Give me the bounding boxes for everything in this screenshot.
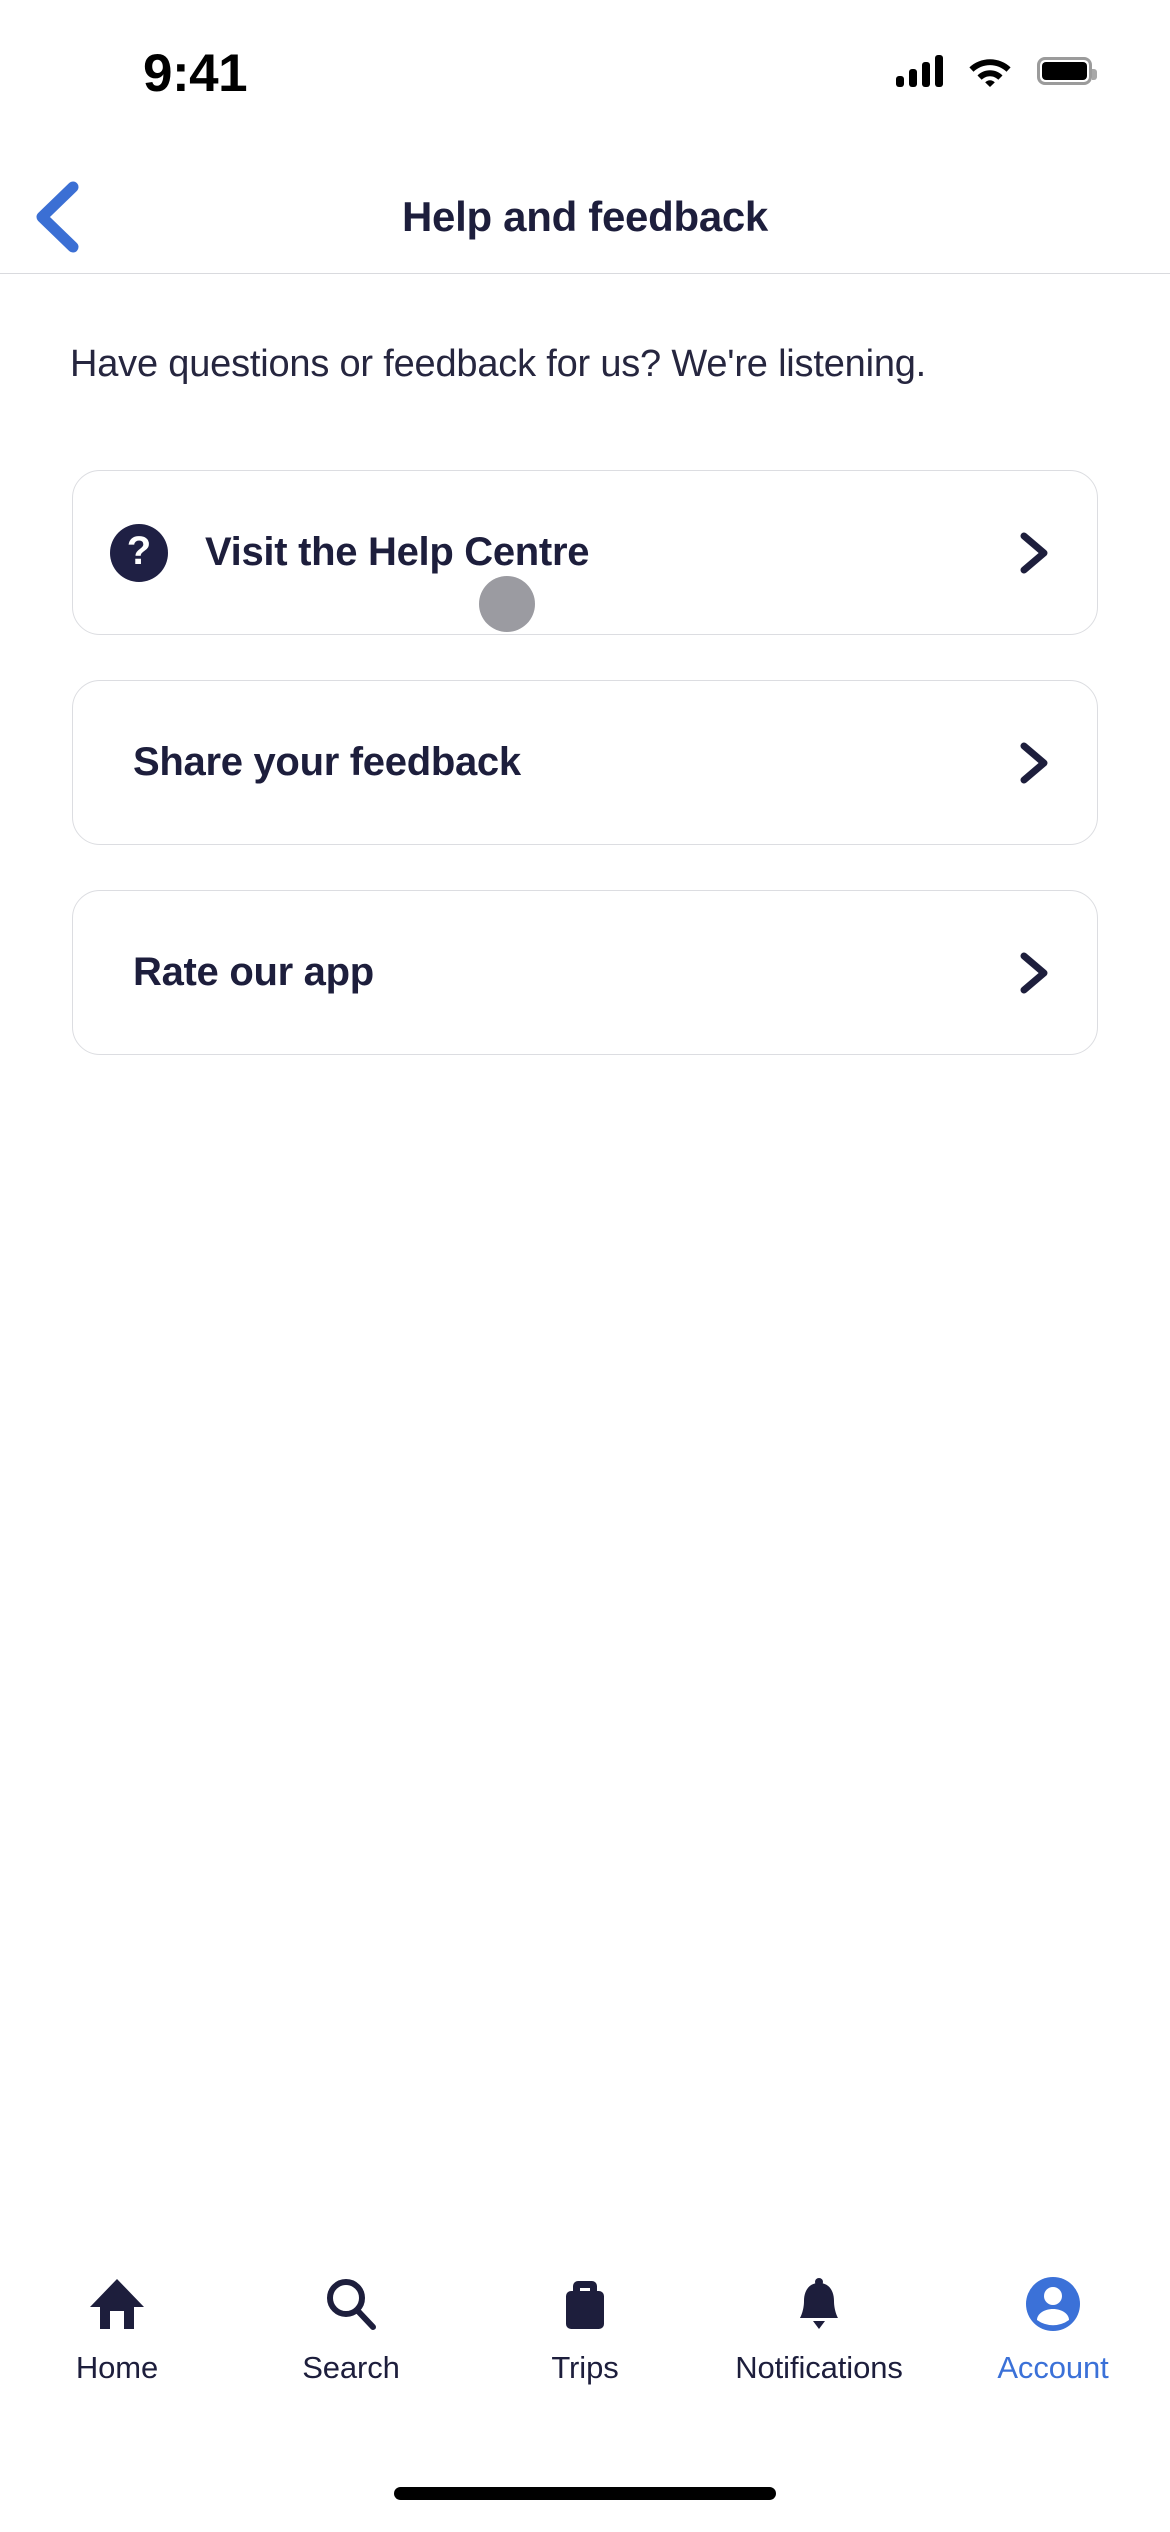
bottom-tab-bar: Home Search Trips Notifications Account: [0, 2266, 1170, 2416]
rate-app-card[interactable]: Rate our app: [72, 890, 1098, 1055]
chevron-left-icon: [36, 181, 79, 253]
share-feedback-card[interactable]: Share your feedback: [72, 680, 1098, 845]
tab-trips[interactable]: Trips: [468, 2266, 702, 2386]
rate-app-label: Rate our app: [133, 950, 374, 994]
help-options-list: ? Visit the Help Centre Share your feedb…: [72, 470, 1098, 1055]
help-centre-card[interactable]: ? Visit the Help Centre: [72, 470, 1098, 635]
status-icons: [896, 55, 1097, 87]
share-feedback-label: Share your feedback: [133, 740, 521, 784]
help-centre-label: Visit the Help Centre: [205, 530, 590, 574]
chevron-right-icon: [1020, 532, 1048, 573]
page-title: Help and feedback: [401, 192, 768, 240]
card-icon-slot: ?: [109, 523, 169, 583]
tab-search[interactable]: Search: [234, 2266, 468, 2386]
question-mark-circle-icon: ?: [110, 523, 168, 582]
account-circle-icon: [1024, 2274, 1082, 2334]
chevron-right-icon: [1020, 742, 1048, 783]
briefcase-icon: [556, 2274, 614, 2334]
nav-header: Help and feedback: [0, 160, 1170, 274]
chevron-right-icon: [1020, 952, 1048, 993]
tab-account[interactable]: Account: [936, 2266, 1170, 2386]
tab-label-account: Account: [997, 2350, 1109, 2385]
tab-notifications[interactable]: Notifications: [702, 2266, 936, 2386]
tab-label-notifications: Notifications: [735, 2350, 903, 2385]
tab-home[interactable]: Home: [0, 2266, 234, 2386]
mouse-cursor-dot: [479, 576, 535, 632]
status-time: 9:41: [143, 44, 248, 103]
battery-full-icon: [1037, 57, 1097, 85]
tab-label-home: Home: [75, 2350, 159, 2385]
intro-text: Have questions or feedback for us? We're…: [70, 343, 927, 385]
back-button[interactable]: [8, 160, 108, 274]
tab-label-search: Search: [302, 2350, 400, 2385]
wifi-icon: [969, 58, 1011, 87]
status-bar: 9:41: [0, 0, 1170, 160]
bell-icon: [790, 2274, 848, 2334]
search-icon: [322, 2274, 380, 2334]
phone-screen: 9:41 Help and feedback Have questions or…: [0, 0, 1170, 2532]
cellular-signal-icon: [896, 55, 943, 87]
home-indicator: [394, 2487, 776, 2500]
tab-label-trips: Trips: [551, 2350, 619, 2385]
home-icon: [88, 2274, 146, 2334]
